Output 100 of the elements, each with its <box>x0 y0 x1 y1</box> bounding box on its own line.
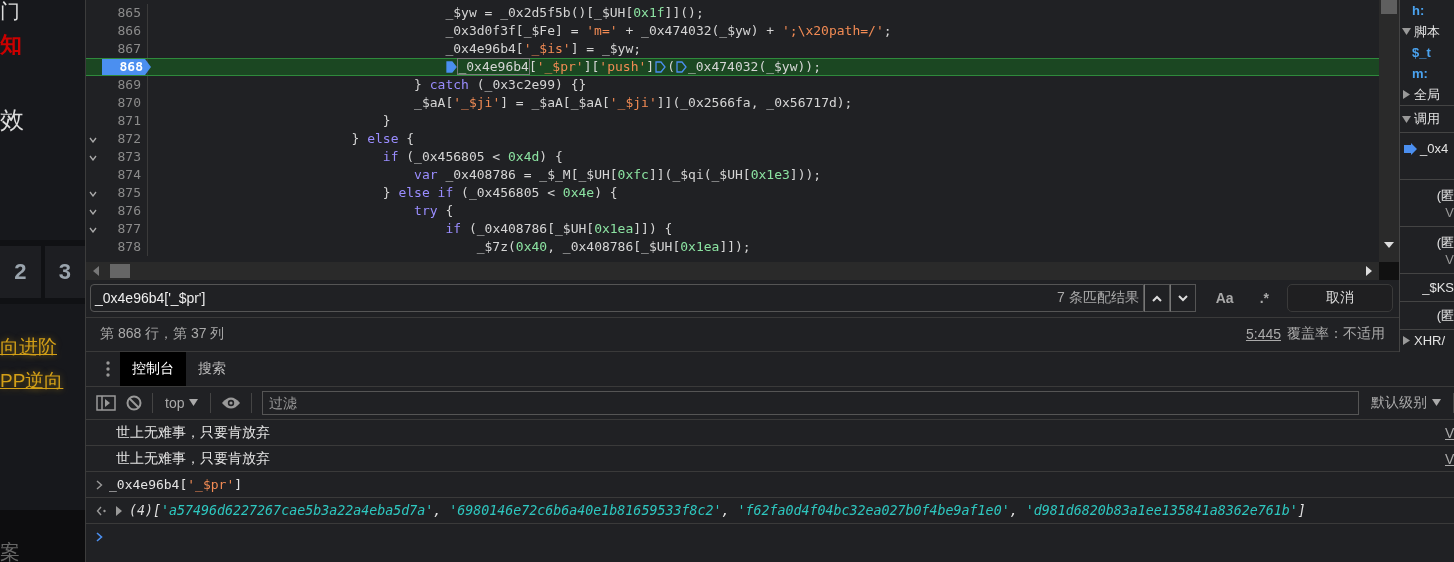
page-text: 门 <box>0 0 20 22</box>
log-message: 世上无难事，只要肯放弃 <box>115 449 270 468</box>
line-number[interactable]: 875 <box>111 184 143 202</box>
code-text: } <box>381 112 391 130</box>
horizontal-scrollbar[interactable] <box>86 262 1379 280</box>
line-number[interactable]: 874 <box>111 166 143 184</box>
section-title[interactable]: XHR/ <box>1414 333 1446 348</box>
clear-console-icon[interactable] <box>126 395 142 411</box>
next-match-button[interactable] <box>1169 284 1196 313</box>
article-link[interactable]: 向进阶 <box>0 334 85 360</box>
expand-triangle-icon[interactable] <box>115 505 123 516</box>
previous-match-button[interactable] <box>1143 284 1170 313</box>
fold-chevron-icon[interactable] <box>89 137 97 143</box>
log-levels-dropdown[interactable]: 默认级别 <box>1369 394 1443 412</box>
expand-triangle-icon[interactable] <box>1402 27 1411 36</box>
prompt-chevron-icon[interactable] <box>96 531 103 542</box>
line-number[interactable]: 865 <box>111 4 143 22</box>
eye-icon[interactable] <box>221 396 242 410</box>
location-link[interactable]: 5:445 <box>1245 326 1281 343</box>
line-number[interactable]: 872 <box>111 130 143 148</box>
code-text: _0x4e96b4['_$is'] = _$yw; <box>444 40 642 58</box>
scrollbar-corner <box>1379 262 1399 280</box>
call-stack-row[interactable]: (匿 <box>1400 302 1454 330</box>
scroll-down-arrow-icon[interactable] <box>1384 242 1394 248</box>
fold-chevron-icon[interactable] <box>89 209 97 215</box>
code-text: try { <box>413 202 454 220</box>
call-frame[interactable]: _0x4 <box>1420 141 1449 156</box>
section-title[interactable]: 全局 <box>1414 85 1440 104</box>
code-text: _0x474032(_$yw)); <box>687 59 821 75</box>
fold-chevron-icon[interactable] <box>89 155 97 161</box>
scroll-left-arrow-icon[interactable] <box>92 266 100 276</box>
chevron-up-icon <box>1151 294 1162 302</box>
call-frame[interactable]: (匿 <box>1436 306 1454 325</box>
code-text: if (_0x408786[_$UH[0x1ea]]) { <box>444 220 673 238</box>
match-case-button[interactable]: Aa <box>1209 289 1240 308</box>
chevron-down-icon <box>1177 294 1188 302</box>
call-frame[interactable]: (匿 <box>1436 233 1454 252</box>
fold-chevron-icon[interactable] <box>89 191 97 197</box>
cursor-position: 第 868 行，第 37 列 <box>100 325 225 344</box>
line-number[interactable]: 870 <box>111 94 143 112</box>
line-number[interactable]: 873 <box>111 148 143 166</box>
breakpoint-marker-icon[interactable] <box>655 61 667 73</box>
call-stack-row[interactable]: (匿 V <box>1400 227 1454 274</box>
result-arrow-icon <box>96 505 107 516</box>
result-value: (4)['a57496d6227267cae5b3a22a4eba5d7a', '6980146e72c6b6a40e1b81659533f8c2', 'f62fa0d4f04bc32ea027b0f4be9af1e0', 'd981d6820b83a1ee135841a8362e761b'] <box>129 503 1306 518</box>
vertical-scrollbar[interactable] <box>1379 0 1399 262</box>
breakpoint-marker-icon[interactable] <box>675 61 687 73</box>
scope-key: $_t <box>1412 45 1431 60</box>
source-link[interactable]: V <box>1445 424 1454 441</box>
page-button[interactable]: 3 <box>44 246 85 298</box>
code-text: _$yw = _0x2d5f5b()[_$UH[0x1f]](); <box>444 4 704 22</box>
expand-triangle-icon[interactable] <box>1402 114 1411 124</box>
caret-down-icon <box>1432 399 1441 407</box>
code-text: } else { <box>350 130 415 148</box>
line-number[interactable]: 871 <box>111 112 143 130</box>
expand-triangle-icon[interactable] <box>1402 90 1411 99</box>
search-field[interactable]: _0x4e96b4['_$pr'] 7 条匹配结果 <box>90 284 1144 313</box>
section-title[interactable]: 脚本 <box>1414 22 1440 41</box>
filter-field[interactable]: 过滤 <box>262 391 1359 415</box>
page-text: 效 <box>0 105 24 135</box>
breakpoint-marker-icon[interactable] <box>446 61 458 73</box>
line-number[interactable]: 866 <box>111 22 143 40</box>
line-number[interactable]: 876 <box>111 202 143 220</box>
scrollbar-thumb[interactable] <box>110 264 130 278</box>
frame-source: V <box>1445 204 1454 220</box>
call-stack-row[interactable]: (匿 V <box>1400 180 1454 227</box>
log-message: 世上无难事，只要肯放弃 <box>115 423 270 442</box>
code-text: _0x3d0f3f[_$Fe] = 'm=' + _0x474032(_$yw) + ';\x20path=/'; <box>444 22 892 40</box>
code-text: } else if (_0x456805 < 0x4e) { <box>381 184 618 202</box>
cancel-button[interactable]: 取消 <box>1287 284 1393 313</box>
drawer-tab[interactable]: 搜索 <box>186 352 238 386</box>
caret-down-icon <box>189 399 199 407</box>
regex-button[interactable]: .* <box>1253 289 1275 308</box>
line-number[interactable]: 869 <box>111 76 143 94</box>
article-link[interactable]: PP逆向 <box>0 368 85 394</box>
line-number[interactable]: 877 <box>111 220 143 238</box>
more-menu-icon[interactable] <box>106 361 110 377</box>
source-link[interactable]: V <box>1445 450 1454 467</box>
code-text: _$aA['_$ji'] = _$aA[_$aA['_$ji']](_0x2566fa, _0x56717d); <box>413 94 853 112</box>
drawer-tab[interactable]: 控制台 <box>120 352 186 386</box>
call-frame[interactable]: _$KS <box>1422 280 1454 295</box>
sidebar-toggle-icon[interactable] <box>96 395 116 411</box>
scrollbar-thumb[interactable] <box>1381 0 1397 14</box>
section-title[interactable]: 调用 <box>1414 110 1440 128</box>
call-stack-row[interactable]: _$KS <box>1400 274 1454 302</box>
context-dropdown[interactable]: top <box>163 395 201 411</box>
code-text: if (_0x456805 < 0x4d) { <box>381 148 563 166</box>
page-button[interactable]: 2 <box>0 246 41 298</box>
expand-triangle-icon[interactable] <box>1402 336 1411 345</box>
code-text: var _0x408786 = _$_M[_$UH[0xfc]](_$qi(_$UH[0x1e3])); <box>413 166 822 184</box>
code-text: _0x4e96b4['_$pr']['push'] <box>458 59 655 75</box>
scroll-right-arrow-icon[interactable] <box>1365 266 1373 276</box>
line-number[interactable]: 878 <box>111 238 143 256</box>
code-text: } catch (_0x3c2e99) {} <box>413 76 587 94</box>
scope-key: m: <box>1412 66 1428 81</box>
call-frame[interactable]: (匿 <box>1436 186 1454 205</box>
fold-chevron-icon[interactable] <box>89 227 97 233</box>
line-number[interactable]: 867 <box>111 40 143 58</box>
scope-key: h: <box>1412 3 1425 18</box>
call-stack-row[interactable]: _0x4 <box>1400 133 1454 180</box>
